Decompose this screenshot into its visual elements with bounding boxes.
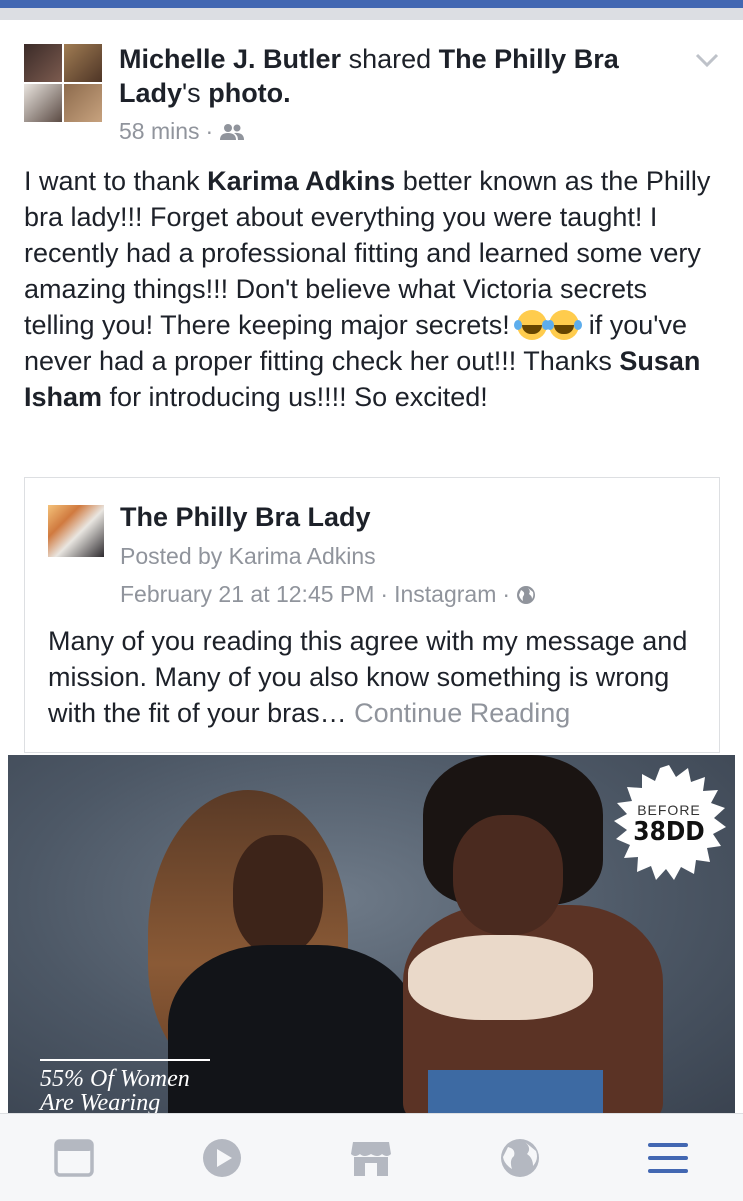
shared-post-date[interactable]: February 21 at 12:45 PM bbox=[120, 581, 374, 608]
avatar-tile bbox=[64, 84, 102, 122]
tears-of-joy-emoji-icon bbox=[546, 310, 580, 340]
photo-figure bbox=[453, 815, 563, 935]
overlay-divider bbox=[40, 1059, 210, 1061]
tears-of-joy-emoji-icon bbox=[514, 310, 548, 340]
globe-icon bbox=[517, 585, 536, 604]
photo-figure bbox=[408, 935, 593, 1020]
shared-photo[interactable]: BEFORE 38DD 55% Of Women Are Wearing bbox=[8, 755, 735, 1113]
shared-post-source: Instagram bbox=[394, 581, 497, 607]
shared-page-name[interactable]: The Philly Bra Lady bbox=[120, 502, 371, 533]
badge-label: BEFORE bbox=[637, 802, 701, 818]
friends-icon bbox=[220, 123, 245, 140]
feed-separator bbox=[0, 8, 743, 20]
marketplace-icon bbox=[351, 1142, 391, 1176]
notifications-globe-icon bbox=[501, 1139, 539, 1177]
tab-marketplace[interactable] bbox=[349, 1136, 393, 1180]
post-text-segment: I want to thank bbox=[24, 166, 208, 196]
chevron-down-icon[interactable] bbox=[694, 50, 720, 70]
shared-post-text: Many of you reading this agree with my m… bbox=[48, 623, 708, 731]
post-header: Michelle J. Butler shared The Philly Bra… bbox=[119, 42, 659, 110]
possessive-text: 's bbox=[182, 78, 201, 108]
shared-post-meta: February 21 at 12:45 PM · Instagram · bbox=[120, 581, 536, 608]
video-icon bbox=[203, 1139, 241, 1177]
mention-karima-adkins[interactable]: Karima Adkins bbox=[207, 166, 395, 196]
overlay-caption: 55% Of Women Are Wearing bbox=[40, 1067, 240, 1113]
tab-menu[interactable] bbox=[646, 1136, 690, 1180]
app-top-bar bbox=[0, 0, 743, 8]
bottom-tab-bar bbox=[0, 1113, 743, 1201]
avatar-tile bbox=[64, 44, 102, 82]
post-timestamp[interactable]: 58 mins bbox=[119, 118, 200, 145]
shared-object-link[interactable]: photo. bbox=[208, 78, 290, 108]
shared-post-card[interactable]: The Philly Bra Lady Posted by Karima Adk… bbox=[24, 477, 720, 753]
share-action-text: shared bbox=[348, 44, 432, 74]
photo-figure bbox=[233, 835, 323, 955]
badge-size: 38DD bbox=[633, 817, 705, 847]
tab-notifications[interactable] bbox=[498, 1136, 542, 1180]
meta-separator: · bbox=[502, 581, 511, 607]
news-feed-icon bbox=[54, 1139, 94, 1177]
overlay-line: Are Wearing bbox=[40, 1090, 161, 1113]
sharer-name-link[interactable]: Michelle J. Butler bbox=[119, 44, 341, 74]
tab-video[interactable] bbox=[200, 1136, 244, 1180]
post-meta: 58 mins · bbox=[119, 118, 245, 145]
page-avatar[interactable] bbox=[48, 505, 104, 557]
avatar-tile bbox=[24, 84, 62, 122]
avatar-tile bbox=[24, 44, 62, 82]
sharer-avatar[interactable] bbox=[24, 44, 102, 122]
tab-news-feed[interactable] bbox=[52, 1136, 96, 1180]
post-message: I want to thank Karima Adkins better kno… bbox=[24, 163, 724, 415]
menu-icon bbox=[648, 1143, 688, 1173]
photo-figure bbox=[428, 1070, 603, 1113]
post-text-segment: for introducing us!!!! So excited! bbox=[102, 382, 488, 412]
posted-by: Posted by Karima Adkins bbox=[120, 543, 376, 569]
meta-separator: · bbox=[205, 118, 214, 144]
meta-separator: · bbox=[380, 581, 389, 607]
continue-reading-link[interactable]: Continue Reading bbox=[347, 698, 570, 728]
overlay-line: 55% Of Women bbox=[40, 1066, 190, 1092]
